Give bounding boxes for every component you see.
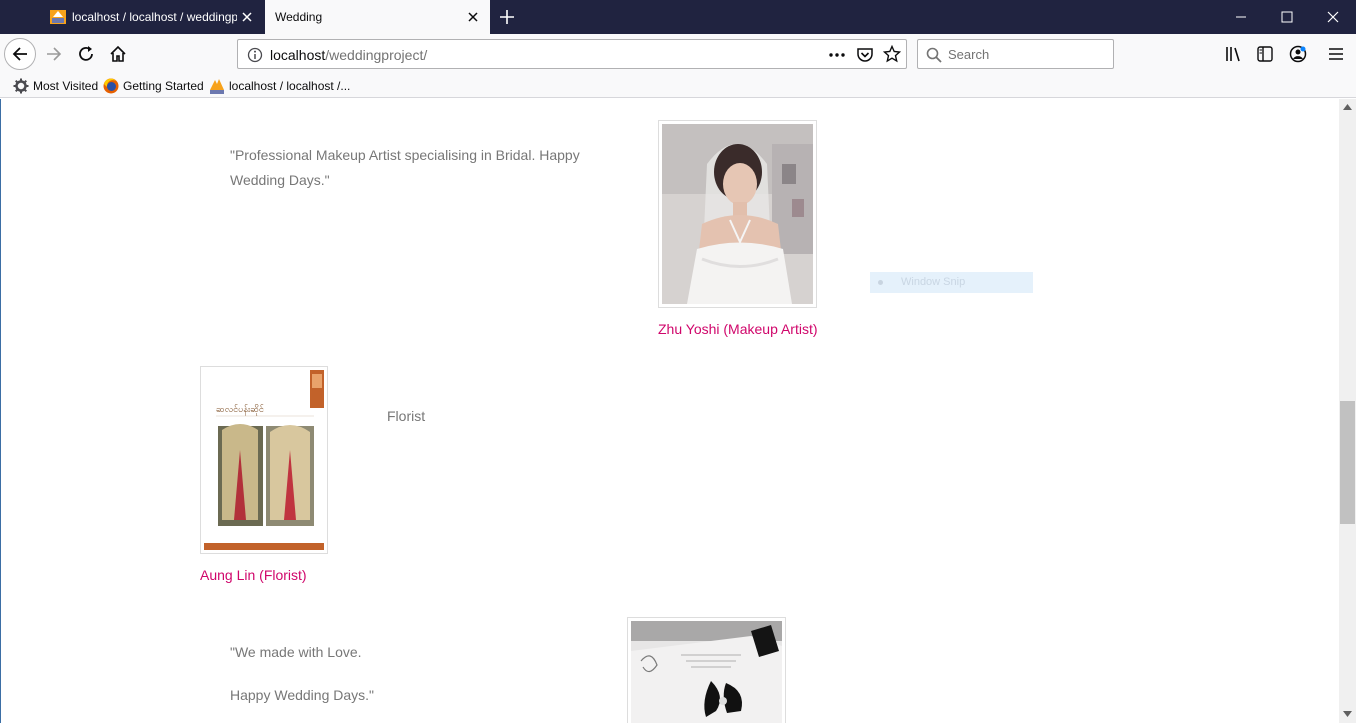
minimize-button[interactable] <box>1218 0 1264 34</box>
minimize-icon <box>1236 16 1246 18</box>
bride-portrait-photo[interactable] <box>658 120 817 308</box>
home-icon <box>110 45 126 62</box>
sidebar-icon[interactable] <box>1257 46 1273 62</box>
reload-button[interactable] <box>70 38 102 70</box>
tab-phpmyadmin[interactable]: localhost / localhost / weddingproj <box>40 0 264 34</box>
vendor-name-link[interactable]: Aung Lin (Florist) <box>200 567 307 583</box>
url-path: /weddingproject/ <box>325 47 428 63</box>
page-actions-icon[interactable] <box>827 47 847 63</box>
firefox-icon <box>103 78 119 94</box>
bookmark-label: Most Visited <box>33 79 99 93</box>
invitation-card-image <box>631 621 782 723</box>
account-icon[interactable] <box>1289 45 1307 63</box>
back-arrow-icon <box>12 47 27 61</box>
reload-icon <box>79 46 93 61</box>
invitation-card-photo[interactable] <box>627 617 786 723</box>
window-snip-overlay[interactable]: Window Snip <box>870 272 1033 293</box>
bookmarks-toolbar: Most Visited Getting Started localhost /… <box>0 74 1356 98</box>
url-text: localhost/weddingproject/ <box>270 47 427 63</box>
phpmyadmin-icon <box>50 10 66 24</box>
bookmark-label: Getting Started <box>123 79 204 93</box>
snip-label: Window Snip <box>901 276 966 288</box>
url-host: localhost <box>270 47 326 63</box>
library-icon[interactable] <box>1225 46 1243 62</box>
close-icon <box>1327 11 1339 23</box>
scroll-down-arrow-icon[interactable] <box>1343 711 1352 717</box>
close-tab-icon[interactable] <box>464 8 482 26</box>
brochure-title: ဆလင်ပန်းဆိုင် <box>216 404 265 416</box>
nav-toolbar: localhost/weddingproject/ Search <box>0 34 1356 74</box>
tab-title: Wedding <box>275 10 323 24</box>
address-bar[interactable]: localhost/weddingproject/ <box>237 39 907 69</box>
bookmark-most-visited[interactable]: Most Visited <box>13 78 98 94</box>
bookmark-phpmyadmin[interactable]: localhost / localhost /... <box>209 78 350 94</box>
page-scrollbar[interactable] <box>1339 99 1356 723</box>
title-bar: localhost / localhost / weddingproj Wedd… <box>0 0 1356 34</box>
new-tab-icon[interactable] <box>497 7 517 27</box>
vendor-quote: "We made with Love. <box>230 644 362 660</box>
tab-wedding[interactable]: Wedding <box>265 0 490 34</box>
menu-icon[interactable] <box>1328 47 1344 61</box>
back-button[interactable] <box>4 38 36 70</box>
info-icon[interactable] <box>247 47 263 63</box>
phpmyadmin-icon <box>210 79 224 94</box>
scroll-up-arrow-icon[interactable] <box>1343 104 1352 110</box>
vendor-quote: Happy Wedding Days." <box>230 687 375 703</box>
vendor-name-link[interactable]: Zhu Yoshi (Makeup Artist) <box>658 321 818 337</box>
bookmark-star-icon[interactable] <box>883 45 901 63</box>
bookmark-label: localhost / localhost /... <box>229 79 351 93</box>
bookmark-getting-started[interactable]: Getting Started <box>103 78 204 94</box>
forward-arrow-icon <box>47 47 62 61</box>
pocket-icon[interactable] <box>856 46 874 64</box>
search-placeholder: Search <box>948 47 990 62</box>
forward-button[interactable] <box>38 38 70 70</box>
home-button[interactable] <box>102 38 134 70</box>
maximize-icon <box>1281 11 1293 23</box>
maximize-button[interactable] <box>1264 0 1310 34</box>
florist-brochure-image: ဆလင်ပန်းဆိုင် <box>204 370 324 550</box>
close-window-button[interactable] <box>1310 0 1356 34</box>
close-tab-icon[interactable] <box>238 8 256 26</box>
florist-brochure-photo[interactable]: ဆလင်ပန်းဆိုင် <box>200 366 328 554</box>
tab-title: localhost / localhost / weddingproj <box>72 10 237 24</box>
search-icon <box>926 47 942 63</box>
search-bar[interactable]: Search <box>917 39 1114 69</box>
snip-dot-icon <box>878 280 883 285</box>
vendor-quote: "Professional Makeup Artist specialising… <box>230 147 580 188</box>
page-content: "Professional Makeup Artist specialising… <box>0 99 1339 723</box>
scrollbar-thumb[interactable] <box>1340 401 1355 524</box>
bride-portrait-image <box>662 124 813 304</box>
gear-icon <box>13 78 29 94</box>
vendor-quote: Florist <box>387 408 426 424</box>
